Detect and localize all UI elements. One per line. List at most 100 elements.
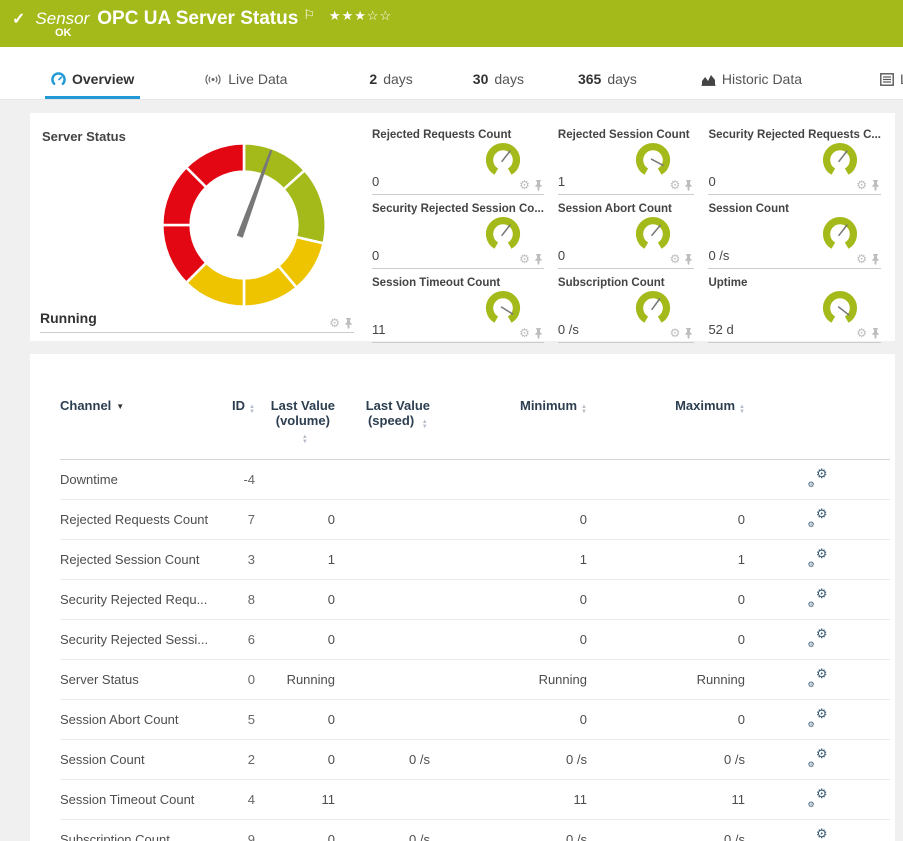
tab-2-days[interactable]: 2 days (363, 71, 418, 99)
gauge-value: 0 (708, 174, 715, 189)
table-row[interactable]: Server Status 0 Running Running Running … (60, 660, 890, 700)
tab-label: days (607, 71, 637, 87)
tab-historic-data[interactable]: Historic Data (695, 71, 808, 99)
gear-icon[interactable]: ⚙ (856, 327, 867, 339)
cell-minimum: 0 (430, 620, 587, 660)
gauge-value: 52 d (708, 322, 733, 337)
gauges-panel: Server Status Running ⚙ Rejected Request… (30, 113, 895, 341)
col-minimum[interactable]: Minimum▲▼ (430, 394, 587, 460)
table-row[interactable]: Rejected Session Count 3 1 1 1 ⚙⚙ (60, 540, 890, 580)
channel-table-panel: Channel▼ ID▲▼ Last Value (volume) ▲▼ Las… (30, 354, 895, 841)
pin-icon[interactable] (533, 253, 544, 265)
cell-id: 2 (215, 740, 255, 780)
table-row[interactable]: Security Rejected Sessi... 6 0 0 0 ⚙⚙ (60, 620, 890, 660)
cell-last-value-volume: 0 (255, 580, 335, 620)
channel-settings-gears-icon[interactable]: ⚙⚙ (808, 549, 828, 567)
tab-overview[interactable]: Overview (45, 71, 140, 99)
cell-maximum: 0 (587, 620, 745, 660)
col-last-value-volume[interactable]: Last Value (volume) ▲▼ (255, 394, 335, 460)
cell-minimum: 0 (430, 700, 587, 740)
sort-arrows-icon[interactable]: ▲▼ (581, 405, 587, 415)
gear-icon[interactable]: ⚙ (856, 179, 867, 191)
gauge-needle (652, 298, 660, 309)
channel-settings-gears-icon[interactable]: ⚙⚙ (808, 789, 828, 807)
tab-label: days (494, 71, 524, 87)
gauge-tile: Uptime 52 d ⚙ (708, 277, 881, 343)
channel-settings-gears-icon[interactable]: ⚙⚙ (808, 509, 828, 527)
pin-icon[interactable] (683, 327, 694, 339)
pin-icon[interactable] (870, 327, 881, 339)
pin-icon[interactable] (533, 179, 544, 191)
table-row[interactable]: Session Count 2 0 0 /s 0 /s 0 /s ⚙⚙ (60, 740, 890, 780)
col-last-value-speed[interactable]: Last Value (speed) ▲▼ (335, 394, 430, 460)
gauge-tile: Session Abort Count 0 ⚙ (558, 203, 695, 269)
priority-stars[interactable]: ★★★☆☆ (329, 8, 392, 24)
tab-number: 30 (473, 71, 489, 87)
pin-icon[interactable] (683, 179, 694, 191)
gauge-tile: Rejected Session Count 1 ⚙ (558, 129, 695, 195)
gauge-needle (652, 225, 661, 236)
pin-icon[interactable] (683, 253, 694, 265)
channel-settings-gears-icon[interactable]: ⚙⚙ (808, 669, 828, 687)
cell-channel: Downtime (60, 460, 215, 500)
col-channel[interactable]: Channel▼ (60, 394, 215, 460)
col-id[interactable]: ID▲▼ (215, 394, 255, 460)
cell-last-value-speed (335, 660, 430, 700)
cell-channel: Session Abort Count (60, 700, 215, 740)
cell-last-value-volume: Running (255, 660, 335, 700)
gear-icon[interactable]: ⚙ (519, 253, 530, 265)
gauge-arc (817, 211, 863, 257)
sort-arrows-icon[interactable]: ▲▼ (249, 405, 255, 415)
table-row[interactable]: Downtime -4 ⚙⚙ (60, 460, 890, 500)
table-row[interactable]: Security Rejected Requ... 8 0 0 0 ⚙⚙ (60, 580, 890, 620)
gear-icon[interactable]: ⚙ (670, 327, 681, 339)
pin-icon[interactable] (343, 317, 354, 329)
tab-log[interactable]: Log (874, 71, 903, 99)
cell-minimum: Running (430, 660, 587, 700)
table-row[interactable]: Subscription Count 9 0 0 /s 0 /s 0 /s ⚙⚙ (60, 820, 890, 841)
cell-maximum: 0 (587, 500, 745, 540)
cell-minimum: 0 /s (430, 740, 587, 780)
pin-icon[interactable] (870, 179, 881, 191)
gear-icon[interactable]: ⚙ (670, 179, 681, 191)
channel-settings-gears-icon[interactable]: ⚙⚙ (808, 469, 828, 487)
cell-last-value-speed (335, 700, 430, 740)
table-row[interactable]: Session Abort Count 5 0 0 0 ⚙⚙ (60, 700, 890, 740)
cell-last-value-volume: 1 (255, 540, 335, 580)
gear-icon[interactable]: ⚙ (856, 253, 867, 265)
channel-settings-gears-icon[interactable]: ⚙⚙ (808, 829, 828, 841)
cell-id: 6 (215, 620, 255, 660)
gauge-tile: Rejected Requests Count 0 ⚙ (372, 129, 544, 195)
channel-settings-gears-icon[interactable]: ⚙⚙ (808, 709, 828, 727)
gauge-needle (501, 307, 513, 315)
gauge-arc (630, 137, 676, 183)
cell-last-value-volume: 0 (255, 500, 335, 540)
col-maximum[interactable]: Maximum▲▼ (587, 394, 745, 460)
gear-icon[interactable]: ⚙ (519, 179, 530, 191)
channel-settings-gears-icon[interactable]: ⚙⚙ (808, 749, 828, 767)
channel-settings-gears-icon[interactable]: ⚙⚙ (808, 589, 828, 607)
cell-channel: Subscription Count (60, 820, 215, 841)
cell-minimum: 0 (430, 500, 587, 540)
pin-icon[interactable] (533, 327, 544, 339)
gear-icon[interactable]: ⚙ (670, 253, 681, 265)
gear-icon[interactable]: ⚙ (329, 317, 340, 329)
flag-icon[interactable]: ⚐ (303, 7, 315, 23)
pin-icon[interactable] (870, 253, 881, 265)
sort-arrows-icon[interactable]: ▲▼ (739, 405, 745, 415)
tab-30-days[interactable]: 30 days (467, 71, 530, 99)
table-row[interactable]: Rejected Requests Count 7 0 0 0 ⚙⚙ (60, 500, 890, 540)
cell-last-value-volume: 0 (255, 700, 335, 740)
sort-arrows-icon[interactable]: ▲▼ (302, 435, 308, 445)
sensor-header: ✓ Sensor OPC UA Server Status ⚐ ★★★☆☆ OK (0, 0, 903, 47)
channel-settings-gears-icon[interactable]: ⚙⚙ (808, 629, 828, 647)
chart-icon (701, 72, 716, 86)
tab-365-days[interactable]: 365 days (572, 71, 643, 99)
sort-arrows-icon[interactable]: ▲▼ (422, 420, 428, 430)
cell-channel: Rejected Session Count (60, 540, 215, 580)
gear-icon[interactable]: ⚙ (519, 327, 530, 339)
gauge-value: 0 /s (558, 322, 579, 337)
table-row[interactable]: Session Timeout Count 4 11 11 11 ⚙⚙ (60, 780, 890, 820)
cell-last-value-volume: 0 (255, 620, 335, 660)
tab-live-data[interactable]: Live Data (198, 71, 293, 99)
